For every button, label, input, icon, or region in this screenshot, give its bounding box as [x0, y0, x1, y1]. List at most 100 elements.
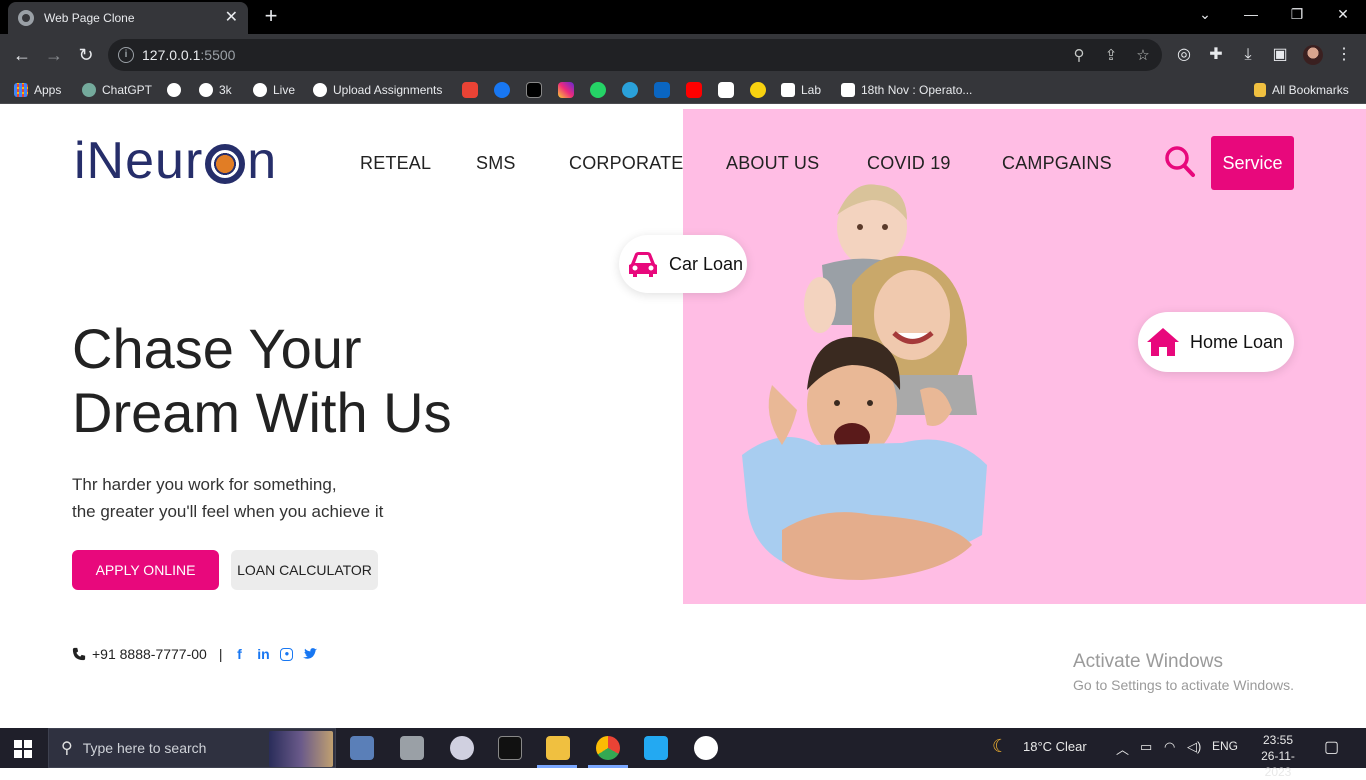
profile-avatar[interactable] [1303, 45, 1323, 65]
extensions-puzzle-icon[interactable]: ✚ [1206, 45, 1226, 65]
github-icon [313, 83, 327, 97]
telegram-icon[interactable] [622, 82, 638, 98]
zoom-icon[interactable]: ⚲ [1070, 46, 1088, 64]
mongodb-compass-icon[interactable] [694, 736, 718, 760]
clock[interactable]: 23:55 26-11-2023 [1250, 732, 1306, 780]
weather-text[interactable]: 18°C Clear [1023, 739, 1087, 754]
url-host: 127.0.0.1 [142, 47, 201, 63]
car-loan-badge[interactable]: Car Loan [619, 235, 747, 293]
restore-icon[interactable]: ❐ [1287, 6, 1307, 23]
nav-link-corporate[interactable]: CORPORATE [569, 153, 683, 174]
extension-target-icon[interactable]: ◎ [1174, 45, 1194, 65]
linkedin-icon[interactable]: in [256, 646, 270, 662]
chatgpt-icon [82, 83, 96, 97]
browser-tab-bar: Web Page Clone ✕ + ⌄ — ❐ ✕ [0, 0, 1366, 34]
bookmark-upload-assignments[interactable]: Upload Assignments [313, 82, 442, 98]
close-window-icon[interactable]: ✕ [1333, 6, 1353, 23]
browser-toolbar: ← → ↻ i 127.0.0.1:5500 ⚲ ⇪ ☆ ◎ ✚ ⤓ ▣ ⋮ [0, 34, 1366, 76]
bookmark-live[interactable]: Live [253, 82, 295, 98]
bookmark-star-icon[interactable]: ☆ [1134, 46, 1152, 64]
terminal-icon[interactable] [498, 736, 522, 760]
gmail-icon[interactable] [462, 82, 478, 98]
address-bar[interactable]: i 127.0.0.1:5500 ⚲ ⇪ ☆ [108, 39, 1162, 71]
share-icon[interactable]: ⇪ [1102, 46, 1120, 64]
bookmark-label: 3k [219, 83, 232, 97]
side-panel-icon[interactable]: ▣ [1270, 45, 1290, 65]
browser-tab[interactable]: Web Page Clone ✕ [8, 2, 248, 34]
chrome-icon[interactable] [596, 736, 620, 760]
instagram-icon[interactable] [558, 82, 574, 98]
amazon-icon[interactable] [718, 82, 734, 98]
paint-icon[interactable] [450, 736, 474, 760]
nav-link-sms[interactable]: SMS [476, 153, 516, 174]
chevron-up-icon[interactable]: ︿ [1116, 739, 1129, 758]
network-app-icon[interactable] [350, 736, 374, 760]
logo-text-right: n [247, 132, 278, 190]
car-icon [629, 252, 657, 277]
search-icon[interactable] [1164, 145, 1196, 179]
vscode-icon[interactable] [644, 736, 668, 760]
folder-icon [1254, 83, 1266, 97]
nav-link-about-us[interactable]: ABOUT US [726, 153, 819, 174]
apply-online-button[interactable]: APPLY ONLINE [72, 550, 219, 590]
battery-icon[interactable]: ▭ [1140, 739, 1152, 755]
car-loan-label: Car Loan [669, 253, 744, 274]
calculator-icon[interactable] [400, 736, 424, 760]
bookmark-lab[interactable]: Lab [781, 82, 821, 98]
whatsapp-icon[interactable] [590, 82, 606, 98]
twitter-icon[interactable] [303, 648, 318, 660]
search-highlight-image [269, 731, 333, 767]
bookmark-label: Live [273, 83, 296, 97]
globe-icon [253, 83, 267, 97]
bookmark-apps[interactable]: Apps [14, 82, 61, 98]
loan-calculator-button[interactable]: LOAN CALCULATOR [231, 550, 378, 590]
service-button[interactable]: Service [1211, 136, 1294, 190]
menu-kebab-icon[interactable]: ⋮ [1334, 45, 1354, 65]
taskbar-search-box[interactable]: ⚲ Type here to search [48, 728, 336, 768]
bookmark-3k[interactable]: 3k [199, 82, 232, 98]
bookmark-chatgpt[interactable]: ChatGPT [82, 82, 152, 98]
logo-text-left: iNeur [74, 132, 204, 190]
nav-link-covid-19[interactable]: COVID 19 [867, 153, 951, 174]
phone-icon [72, 647, 86, 661]
language-indicator[interactable]: ENG [1212, 739, 1238, 753]
download-icon[interactable]: ⤓ [1238, 45, 1258, 65]
new-tab-button[interactable]: + [260, 4, 282, 28]
subtext-line-2: the greater you'll feel when you achieve… [72, 502, 384, 521]
facebook-icon[interactable] [494, 82, 510, 98]
chevron-down-icon[interactable]: ⌄ [1195, 6, 1215, 23]
forward-arrow-icon[interactable]: → [42, 43, 66, 67]
wordpress-icon [781, 83, 795, 97]
bookmark-18th-nov[interactable]: 18th Nov : Operato... [841, 82, 972, 98]
volume-icon[interactable]: ◁) [1187, 739, 1201, 755]
youtube-icon[interactable] [686, 82, 702, 98]
windows-taskbar: ⚲ Type here to search ☾ 18°C Clear ︿ ▭ ◠… [0, 728, 1366, 779]
nav-link-reteal[interactable]: RETEAL [360, 153, 431, 174]
url-text[interactable]: 127.0.0.1:5500 [142, 47, 235, 63]
notifications-icon[interactable]: ▢ [1324, 737, 1339, 757]
bookmark-all-bookmarks[interactable]: All Bookmarks [1254, 82, 1349, 98]
x-icon[interactable] [526, 82, 542, 98]
minimize-icon[interactable]: — [1241, 6, 1261, 22]
site-info-icon[interactable]: i [118, 47, 134, 63]
flipkart-icon[interactable] [750, 82, 766, 98]
moon-weather-icon[interactable]: ☾ [992, 736, 1008, 757]
wifi-icon[interactable]: ◠ [1164, 739, 1175, 755]
headline-line-1: Chase Your [72, 317, 362, 380]
search-icon: ⚲ [61, 740, 73, 757]
instagram-icon[interactable]: ● [280, 647, 294, 661]
bookmark-github[interactable] [167, 82, 187, 98]
back-arrow-icon[interactable]: ← [10, 43, 34, 67]
ineuron-logo[interactable]: iNeur n [74, 131, 277, 191]
file-explorer-icon[interactable] [546, 736, 570, 760]
close-tab-icon[interactable]: ✕ [225, 10, 238, 26]
home-loan-badge[interactable]: Home Loan [1138, 312, 1294, 372]
reload-icon[interactable]: ↻ [74, 43, 98, 67]
watermark-subtitle: Go to Settings to activate Windows. [1073, 677, 1294, 693]
facebook-icon[interactable]: f [232, 646, 246, 662]
contact-row: +91 8888-7777-00 | f in ● [72, 646, 318, 662]
nav-link-campgains[interactable]: CAMPGAINS [1002, 153, 1112, 174]
phone-number[interactable]: +91 8888-7777-00 [92, 646, 207, 662]
linkedin-icon[interactable] [654, 82, 670, 98]
windows-start-icon[interactable] [14, 740, 32, 758]
